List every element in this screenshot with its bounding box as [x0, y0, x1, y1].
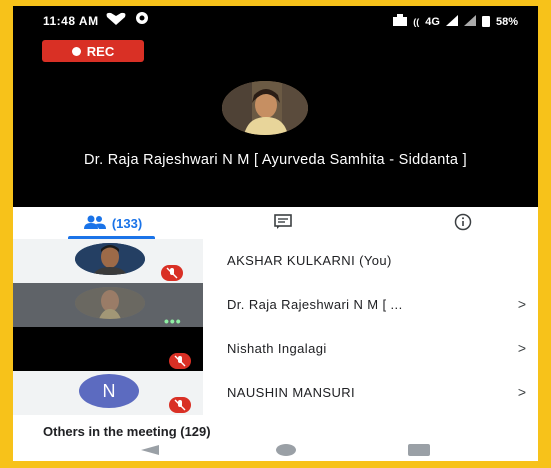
battery-icon — [481, 16, 490, 27]
mic-off-icon — [169, 397, 191, 413]
chevron-right-icon[interactable]: > — [518, 340, 526, 356]
participant-row[interactable]: AKSHAR KULKARNI (You) — [13, 239, 538, 283]
chat-icon — [274, 214, 292, 232]
participant-tabs: (133) — [13, 207, 538, 239]
signal-icon — [445, 14, 458, 29]
participant-thumbnail: ••• — [13, 283, 203, 329]
home-icon[interactable] — [276, 444, 296, 456]
presenter-area: 11:48 AM (( 4G 58% REC Dr. Raja Rajeshwa… — [13, 6, 538, 207]
info-icon — [454, 213, 472, 234]
tab-chat[interactable] — [263, 207, 303, 239]
tab-people[interactable]: (133) — [53, 207, 173, 239]
participant-thumbnail — [13, 239, 203, 283]
chevron-right-icon[interactable]: > — [518, 384, 526, 400]
people-count: (133) — [111, 215, 143, 231]
mic-off-icon — [161, 265, 183, 281]
record-dot-icon — [71, 46, 81, 56]
recording-label: REC — [86, 43, 115, 59]
participant-row[interactable]: Nishath Ingalagi > — [13, 327, 538, 371]
tab-info[interactable] — [443, 207, 483, 239]
participant-name: Dr. Raja Rajeshwari N M [ ... — [227, 297, 403, 312]
participant-name: Nishath Ingalagi — [227, 341, 327, 356]
signal-icon-2 — [463, 14, 476, 29]
network-label: 4G — [425, 15, 440, 28]
battery-level: 58% — [495, 15, 518, 28]
participant-row[interactable]: N NAUSHIN MANSURI > — [13, 371, 538, 415]
recent-apps-icon[interactable] — [408, 444, 430, 456]
avatar — [75, 287, 145, 319]
recording-badge: REC — [42, 40, 144, 62]
others-heading: Others in the meeting (129) — [43, 424, 211, 439]
participant-name: NAUSHIN MANSURI — [227, 385, 356, 400]
chevron-right-icon[interactable]: > — [518, 296, 526, 312]
back-icon[interactable] — [141, 445, 159, 455]
status-right-group: (( 4G 58% — [393, 14, 518, 29]
status-bar: 11:48 AM (( 4G 58% — [13, 6, 538, 32]
presenter-name: Dr. Raja Rajeshwari N M [ Ayurveda Samhi… — [84, 152, 467, 168]
participant-thumbnail: N — [13, 371, 203, 415]
people-icon — [83, 215, 106, 232]
android-nav-bar — [13, 439, 538, 461]
screenshot-frame: 11:48 AM (( 4G 58% REC Dr. Raja Rajeshwa… — [0, 0, 551, 468]
message-icon — [135, 12, 149, 29]
status-time: 11:48 AM — [43, 14, 99, 28]
phone-screen: 11:48 AM (( 4G 58% REC Dr. Raja Rajeshwa… — [13, 6, 538, 461]
wifi-calling-icon: (( — [413, 16, 420, 27]
avatar — [75, 243, 145, 275]
participant-thumbnail — [13, 327, 203, 371]
participant-name: AKSHAR KULKARNI (You) — [227, 253, 392, 268]
avatar: N — [79, 374, 139, 408]
briefcase-icon — [393, 14, 408, 29]
presenter-avatar — [222, 81, 308, 135]
participant-row[interactable]: ••• Dr. Raja Rajeshwari N M [ ... > — [13, 283, 538, 329]
heart-icon — [105, 12, 127, 29]
mic-off-icon — [169, 353, 191, 369]
